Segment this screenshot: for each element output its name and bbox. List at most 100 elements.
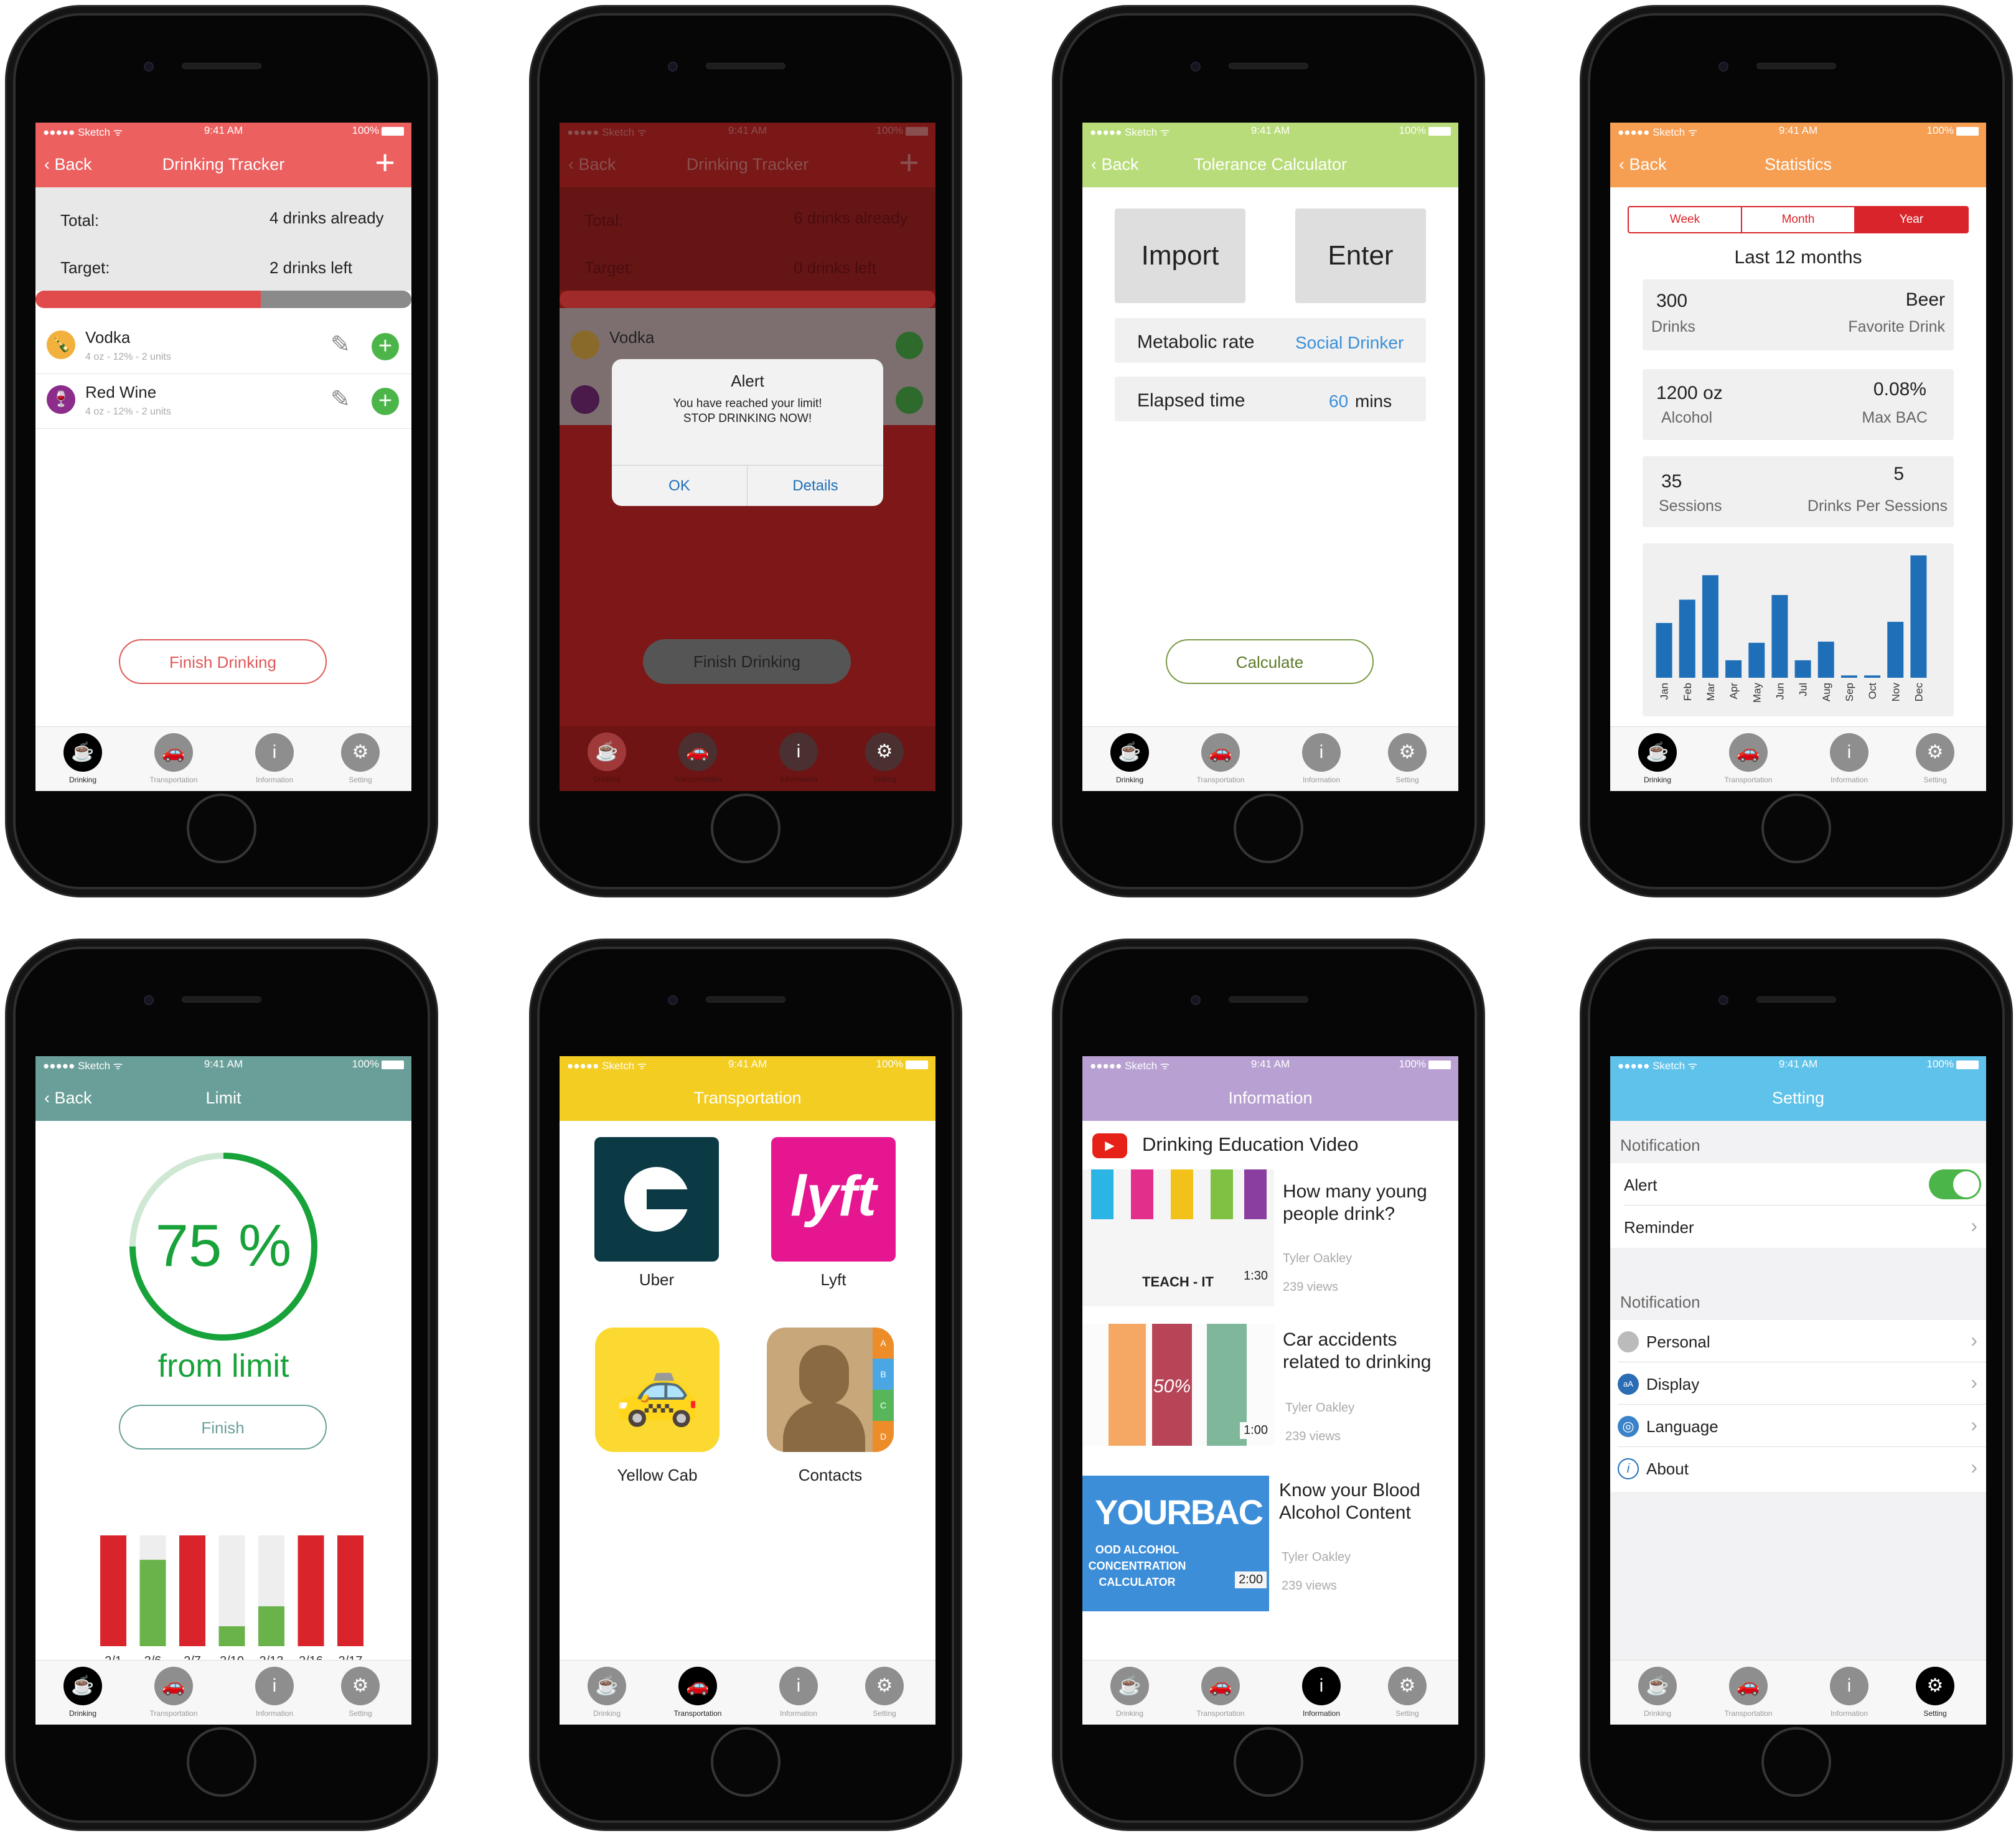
enter-button[interactable]: Enter: [1295, 208, 1426, 303]
elapsed-time-row[interactable]: Elapsed time 60 mins: [1115, 377, 1426, 421]
tab-transportation[interactable]: 🚗 Transportation: [139, 1667, 208, 1718]
finish-drinking-button[interactable]: Finish Drinking: [119, 639, 327, 684]
alert-ok-button[interactable]: OK: [612, 465, 748, 506]
tab-transportation[interactable]: 🚗 Transportation: [1714, 1667, 1783, 1718]
screen: ●●●●● Sketch ᯤ 9:41 AM 100% ‹ Back Stati…: [1610, 123, 1986, 791]
tab-setting[interactable]: ⚙ Setting: [1373, 733, 1442, 784]
lyft-app[interactable]: lyft Lyft: [771, 1137, 896, 1290]
drink-row-vodka[interactable]: 🍾 Vodka 4 oz - 12% - 2 units ✎ +: [35, 319, 411, 374]
tab-information[interactable]: i Information: [1287, 1667, 1356, 1718]
battery: 100%: [1399, 1058, 1451, 1070]
home-button[interactable]: [1761, 1727, 1831, 1797]
tab-drinking[interactable]: ☕ Drinking: [49, 1667, 117, 1718]
metabolic-value[interactable]: Social Drinker: [1295, 333, 1404, 353]
alert-details-button[interactable]: Details: [748, 465, 883, 506]
tab-bar: ☕ Drinking 🚗 Transportation i Information ⚙…: [560, 1660, 935, 1725]
home-button[interactable]: [1234, 1727, 1303, 1797]
video-item[interactable]: YOURBAC OOD ALCOHOL CONCENTRATION CALCUL…: [1082, 1476, 1458, 1619]
phone-alert: ●●●●● Sketch ᯤ 9:41 AM 100% ‹ Back Drink…: [529, 5, 962, 897]
tab-drinking[interactable]: ☕ Drinking: [1095, 1667, 1164, 1718]
tab-transportation[interactable]: 🚗 Transportation: [1186, 1667, 1255, 1718]
uber-app[interactable]: Uber: [594, 1137, 719, 1290]
video-item[interactable]: TEACH - IT 1:30 How many young people dr…: [1082, 1169, 1458, 1313]
drink-row-red-wine[interactable]: 🍷 Red Wine 4 oz - 12% - 2 units ✎ +: [35, 374, 411, 429]
home-button[interactable]: [711, 794, 781, 863]
segment-year[interactable]: Year: [1855, 207, 1967, 232]
alert-toggle[interactable]: [1929, 1169, 1981, 1199]
finish-button[interactable]: Finish: [119, 1405, 327, 1450]
edit-icon[interactable]: ✎: [331, 385, 350, 413]
tab-information[interactable]: i Information: [1287, 733, 1356, 784]
battery: 100%: [1927, 1058, 1979, 1070]
video-title: How many young people drink?: [1283, 1181, 1427, 1224]
tab-setting[interactable]: ⚙ Setting: [326, 1667, 395, 1718]
tab-transportation[interactable]: 🚗 Transportation: [663, 1667, 732, 1718]
tab-information[interactable]: i Information: [764, 1667, 833, 1718]
tick-label: May: [1751, 683, 1763, 703]
tab-drinking[interactable]: ☕ Drinking: [573, 1667, 641, 1718]
tab-setting[interactable]: ⚙ Setting: [1373, 1667, 1442, 1718]
tab-transportation[interactable]: 🚗 Transportation: [139, 733, 208, 784]
home-button[interactable]: [187, 794, 256, 863]
language-label: Language: [1646, 1417, 1718, 1436]
tab-setting[interactable]: ⚙ Setting: [1901, 1667, 1969, 1718]
home-button[interactable]: [1761, 794, 1831, 863]
nav-bar: ●●●●● Sketch ᯤ 9:41 AM 100% Transportati…: [560, 1056, 935, 1121]
tab-drinking[interactable]: ☕ Drinking: [573, 733, 641, 784]
home-button[interactable]: [711, 1727, 781, 1797]
bar-feb: [1679, 599, 1695, 678]
elapsed-value[interactable]: 60: [1329, 391, 1348, 411]
tab-information[interactable]: i Information: [1815, 1667, 1883, 1718]
total-value: 4 drinks already: [270, 208, 384, 227]
tab-setting[interactable]: ⚙ Setting: [850, 1667, 919, 1718]
tab-information[interactable]: i Information: [240, 733, 309, 784]
tab-transportation[interactable]: 🚗 Transportation: [663, 733, 732, 784]
tab-setting[interactable]: ⚙ Setting: [326, 733, 395, 784]
tab-setting[interactable]: ⚙ Setting: [1901, 733, 1969, 784]
bar-sep: [1840, 675, 1857, 678]
tab-drinking[interactable]: ☕ Drinking: [1095, 733, 1164, 784]
battery-icon: [382, 1060, 404, 1069]
tab-drinking[interactable]: ☕ Drinking: [1623, 1667, 1692, 1718]
tab-information[interactable]: i Information: [764, 733, 833, 784]
import-button[interactable]: Import: [1115, 208, 1245, 303]
display-row[interactable]: aA Display ›: [1618, 1362, 1986, 1405]
bar-mar: [1702, 575, 1718, 678]
phone-setting: ●●●●● Sketch ᯤ 9:41 AM 100% Setting Noti…: [1580, 939, 2013, 1831]
phone-limit: ●●●●● Sketch ᯤ 9:41 AM 100% ‹ Back Limit…: [5, 939, 438, 1831]
add-icon[interactable]: +: [372, 388, 399, 415]
metabolic-rate-row[interactable]: Metabolic rate Social Drinker: [1115, 318, 1426, 363]
info-icon: i: [1302, 1667, 1341, 1705]
add-icon[interactable]: +: [372, 333, 399, 360]
cup-icon: ☕: [588, 733, 626, 771]
about-row[interactable]: i About ›: [1618, 1447, 1986, 1489]
car-icon: 🚗: [1729, 1667, 1768, 1705]
language-row[interactable]: ◎ Language ›: [1618, 1405, 1986, 1447]
status-bar: ●●●●● Sketch ᯤ 9:41 AM 100%: [1610, 123, 1986, 138]
add-drink-button[interactable]: +: [375, 145, 395, 180]
tab-drinking[interactable]: ☕ Drinking: [1623, 733, 1692, 784]
video-item[interactable]: 50% 1:00 Car accidents related to drinki…: [1082, 1324, 1458, 1467]
segment-week[interactable]: Week: [1629, 207, 1742, 232]
segment-month[interactable]: Month: [1742, 207, 1855, 232]
alert-row[interactable]: Alert: [1624, 1163, 1986, 1206]
summary-panel: Total: 4 drinks already Target: 2 drinks…: [35, 187, 411, 291]
tab-setting[interactable]: ⚙ Setting: [850, 733, 919, 784]
contacts-app[interactable]: A B C D Contacts: [765, 1328, 896, 1485]
gear-icon: ⚙: [341, 1667, 380, 1705]
home-button[interactable]: [187, 1727, 256, 1797]
tab-drinking[interactable]: ☕ Drinking: [49, 733, 117, 784]
tick-label: Jul: [1798, 683, 1809, 696]
tab-transportation[interactable]: 🚗 Transportation: [1186, 733, 1255, 784]
edit-icon[interactable]: ✎: [331, 330, 350, 358]
tab-transportation[interactable]: 🚗 Transportation: [1714, 733, 1783, 784]
yellow-cab-app[interactable]: 🚕 Yellow Cab: [592, 1328, 723, 1485]
add-drink-button[interactable]: +: [899, 145, 919, 180]
calculate-button[interactable]: Calculate: [1166, 639, 1374, 684]
tab-information[interactable]: i Information: [1815, 733, 1883, 784]
front-camera: [1191, 62, 1201, 72]
personal-row[interactable]: Personal ›: [1618, 1320, 1986, 1362]
reminder-row[interactable]: Reminder ›: [1624, 1206, 1986, 1248]
home-button[interactable]: [1234, 794, 1303, 863]
tab-information[interactable]: i Information: [240, 1667, 309, 1718]
